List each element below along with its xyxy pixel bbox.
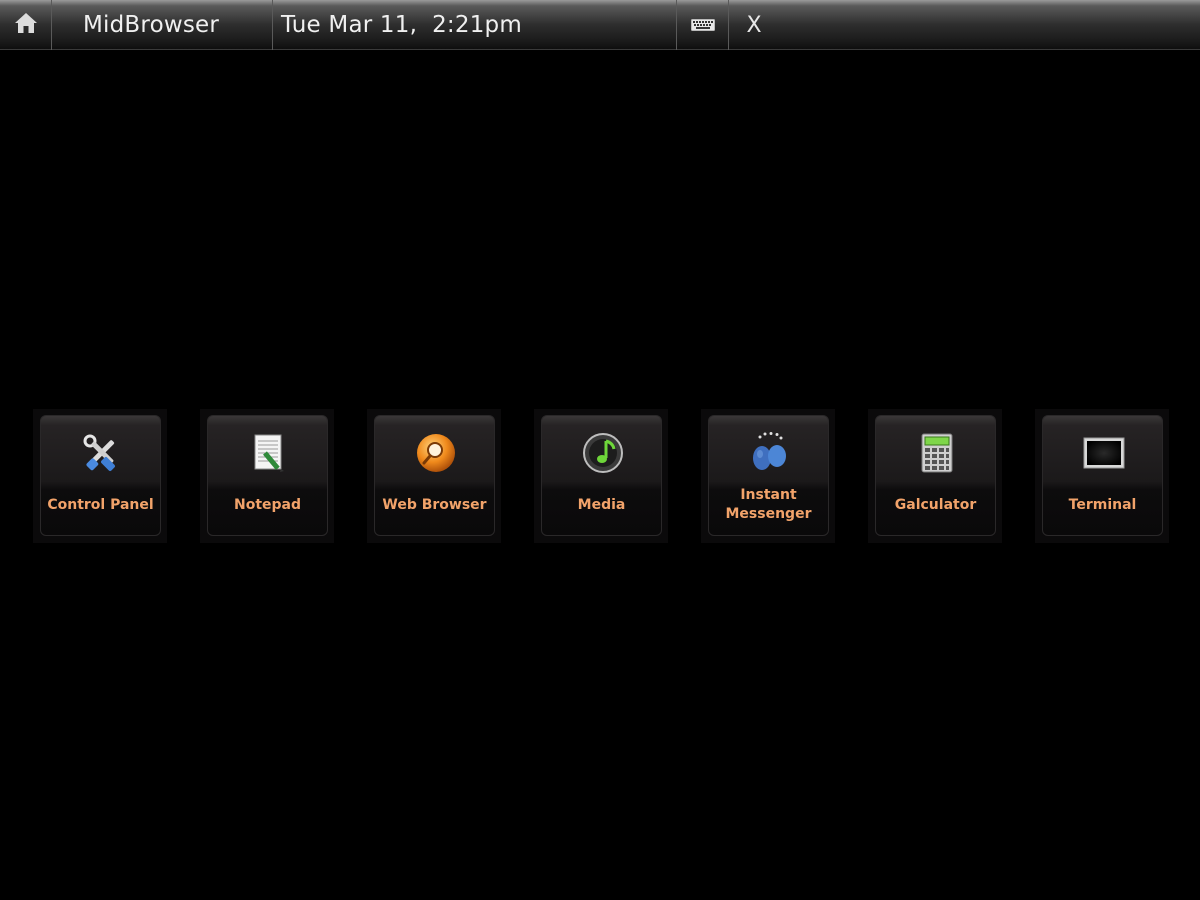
media-note-icon	[580, 430, 626, 476]
clock: Tue Mar 11, 2:21pm	[281, 12, 522, 38]
launcher-slot: Instant Messenger	[701, 409, 835, 543]
keyboard-icon	[690, 16, 715, 35]
app-label: Galculator	[894, 496, 977, 513]
globe-magnifier-icon	[413, 430, 459, 476]
clock-area: Tue Mar 11, 2:21pm	[273, 0, 676, 50]
app-tile-terminal[interactable]: Terminal	[1042, 415, 1163, 536]
launcher-slot: Galculator	[868, 409, 1002, 543]
app-label: Terminal	[1068, 496, 1137, 513]
tools-icon	[79, 430, 125, 476]
close-button[interactable]: X	[729, 0, 779, 50]
launcher-slot: Media	[534, 409, 668, 543]
home-icon	[14, 12, 38, 38]
launcher-slot: Terminal	[1035, 409, 1169, 543]
app-label: Media	[577, 496, 626, 513]
messenger-people-icon	[747, 430, 793, 476]
app-title-area: MidBrowser	[52, 0, 272, 50]
app-title: MidBrowser	[83, 12, 220, 38]
app-tile-instant-messenger[interactable]: Instant Messenger	[708, 415, 829, 536]
close-icon: X	[746, 12, 762, 38]
top-panel: MidBrowser Tue Mar 11, 2:21pm X	[0, 0, 1200, 50]
launcher-slot: Notepad	[200, 409, 334, 543]
calculator-icon	[914, 430, 960, 476]
app-tile-notepad[interactable]: Notepad	[207, 415, 328, 536]
app-launcher: Control Panel Notepad Web Browser Media …	[0, 409, 1200, 543]
app-tile-control-panel[interactable]: Control Panel	[40, 415, 161, 536]
app-label: Notepad	[233, 496, 301, 513]
keyboard-button[interactable]	[677, 0, 728, 50]
app-label: Instant Messenger	[725, 487, 812, 522]
home-button[interactable]	[0, 0, 51, 50]
app-tile-media[interactable]: Media	[541, 415, 662, 536]
app-tile-galculator[interactable]: Galculator	[875, 415, 996, 536]
launcher-slot: Web Browser	[367, 409, 501, 543]
app-tile-web-browser[interactable]: Web Browser	[374, 415, 495, 536]
app-label: Control Panel	[47, 496, 154, 513]
terminal-icon	[1081, 430, 1127, 476]
notepad-icon	[246, 430, 292, 476]
launcher-slot: Control Panel	[33, 409, 167, 543]
app-label: Web Browser	[382, 496, 487, 513]
